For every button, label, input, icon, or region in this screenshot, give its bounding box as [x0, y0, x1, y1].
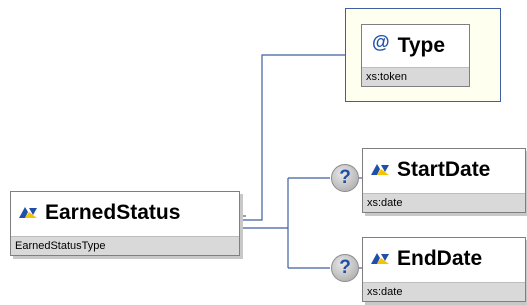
attribute-at-icon: @ [372, 31, 390, 52]
startdate-title: StartDate [363, 149, 525, 191]
root-element-type: EarnedStatusType [11, 236, 239, 255]
connector-to-attribute [240, 54, 345, 221]
child-startdate-node[interactable]: StartDate xs:date [362, 148, 526, 213]
attribute-type: xs:token [362, 67, 469, 86]
attribute-title: @ Type [362, 25, 469, 67]
startdate-name: StartDate [397, 158, 491, 181]
optional-question-icon: ? [331, 254, 359, 282]
enddate-name: EndDate [397, 247, 483, 270]
attribute-type-label: xs:token [366, 71, 407, 83]
child-enddate-node[interactable]: EndDate xs:date [362, 237, 526, 302]
root-element-node[interactable]: EarnedStatus EarnedStatusType [10, 191, 240, 256]
startdate-type: xs:date [363, 193, 525, 212]
attribute-name: Type [397, 34, 446, 57]
root-element-title: EarnedStatus [11, 192, 239, 234]
optional-question-icon: ? [331, 164, 359, 192]
enddate-type: xs:date [363, 282, 525, 301]
element-icon [369, 161, 391, 179]
root-element-name: EarnedStatus [45, 201, 181, 224]
enddate-title: EndDate [363, 238, 525, 280]
element-icon [369, 250, 391, 268]
element-icon [17, 204, 39, 222]
attribute-type-node[interactable]: @ Type xs:token [361, 24, 470, 87]
